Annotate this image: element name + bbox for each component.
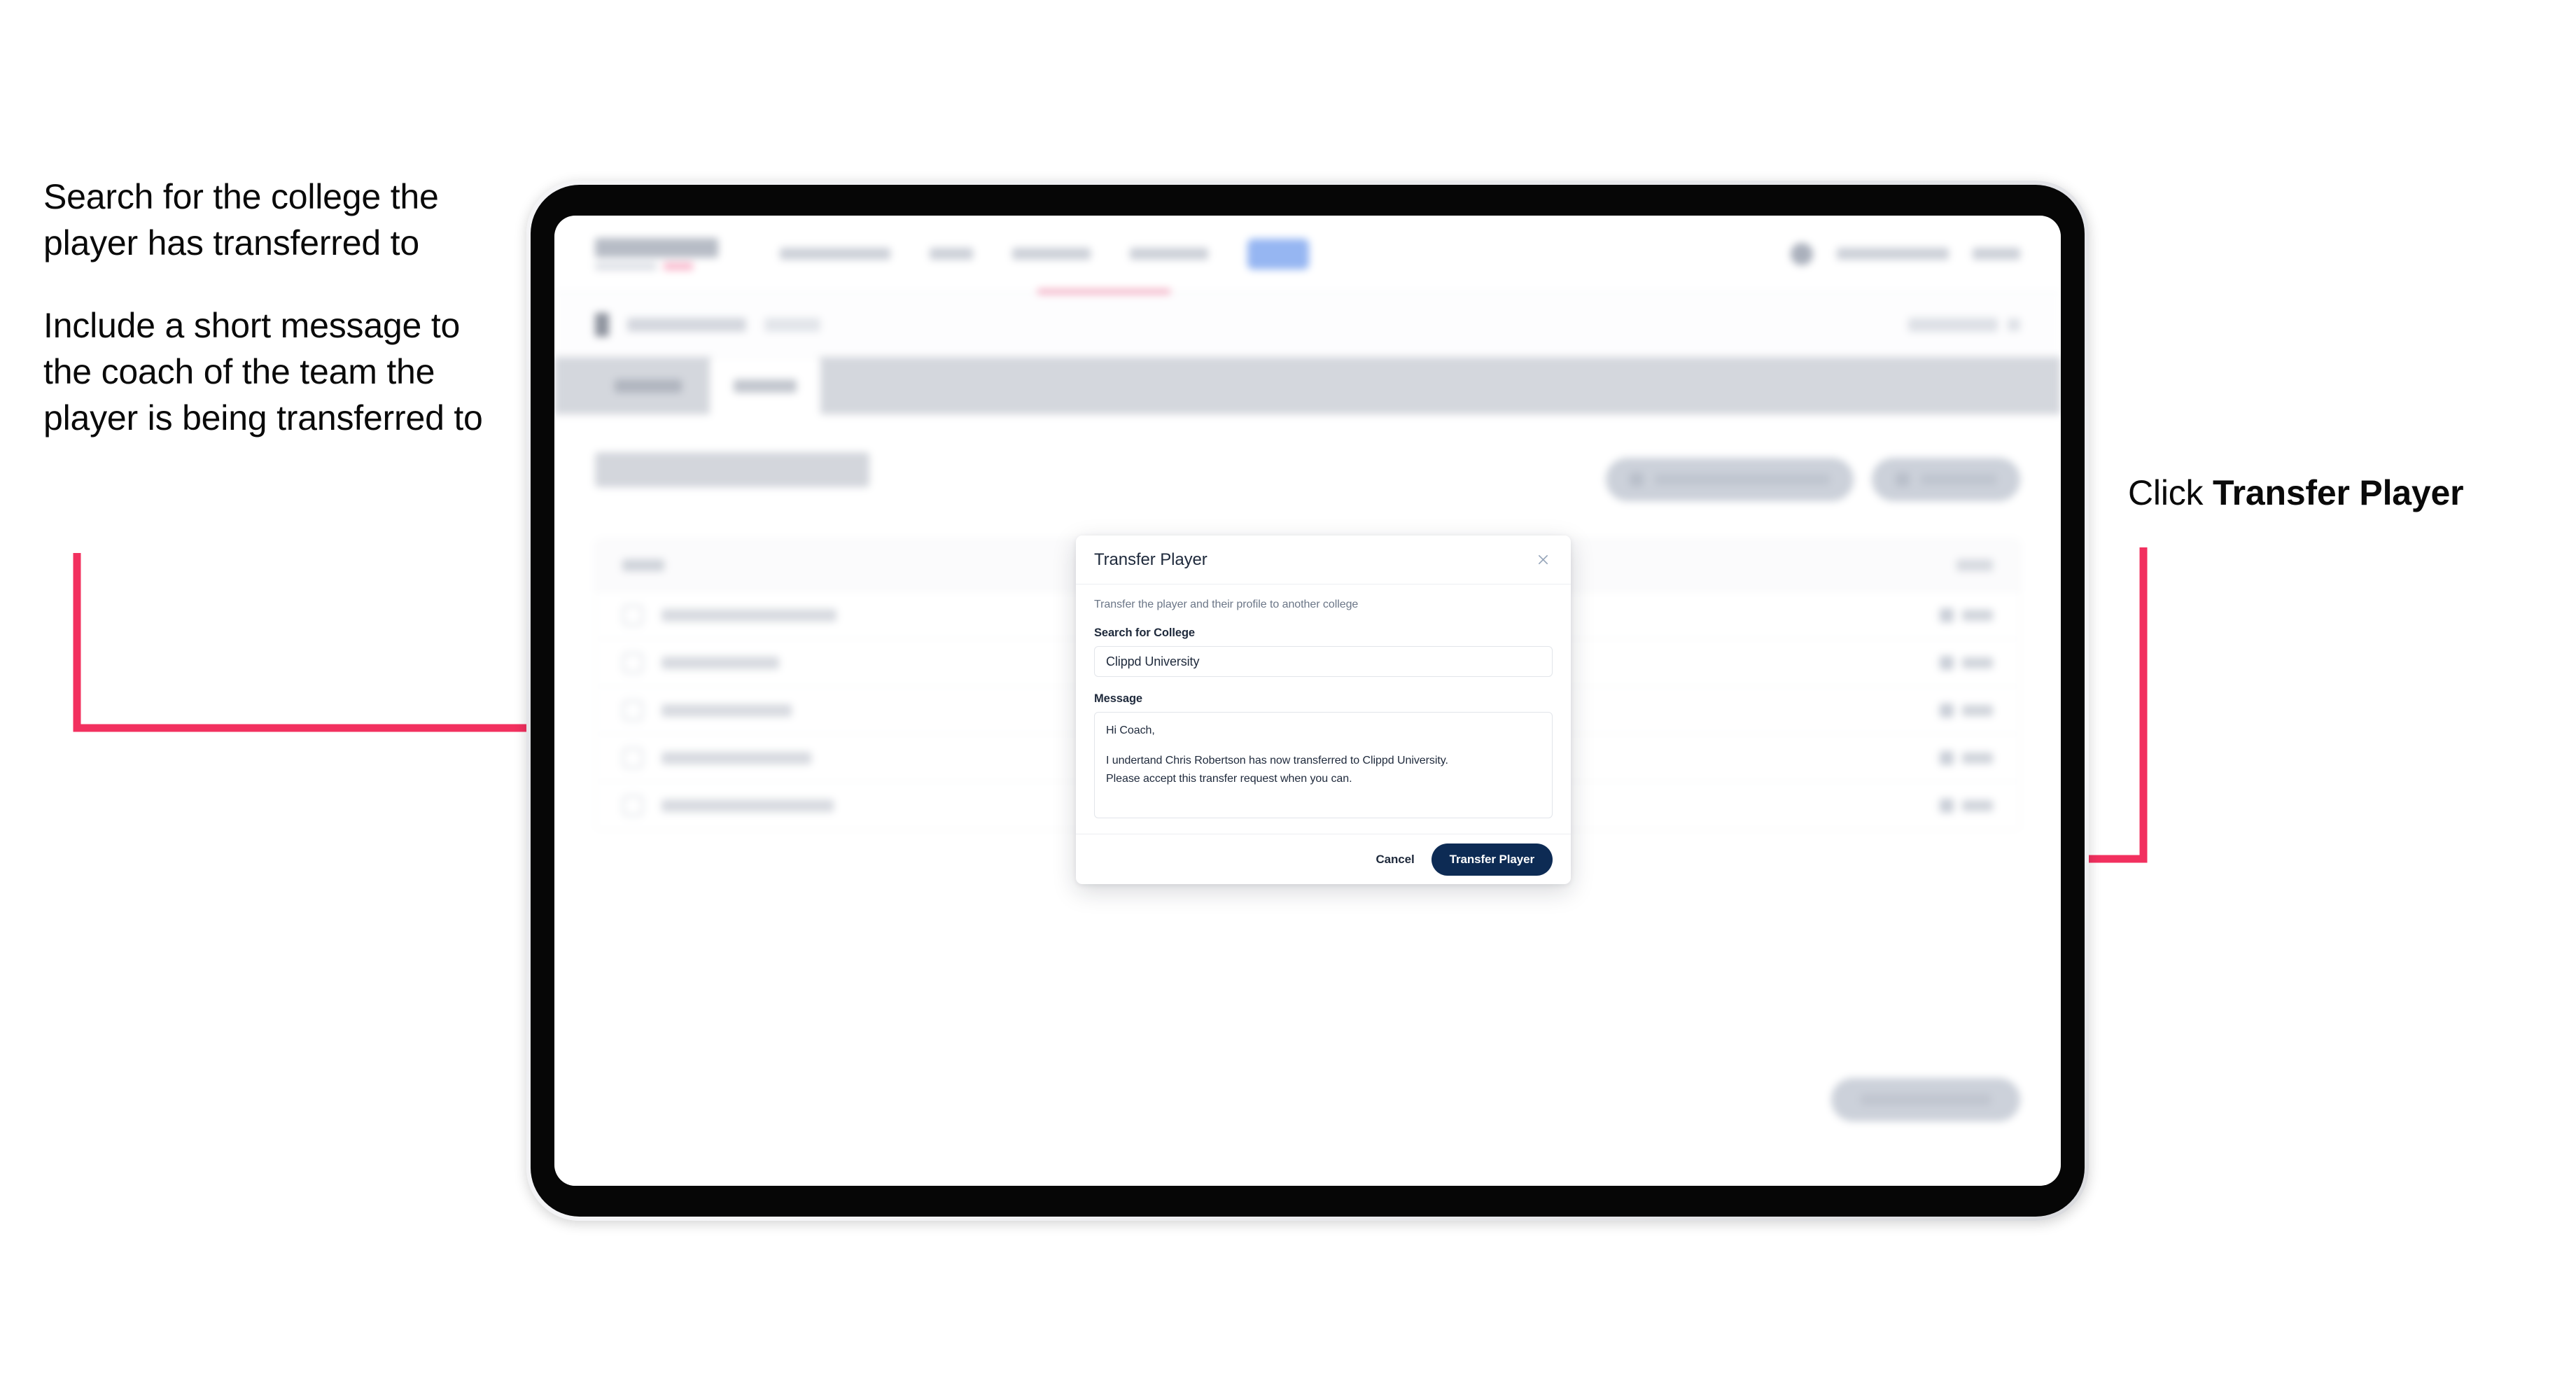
modal-header: Transfer Player xyxy=(1076,536,1571,584)
cancel-button[interactable]: Cancel xyxy=(1376,853,1414,867)
message-line-3: Please accept this transfer request when… xyxy=(1106,772,1352,785)
modal-description: Transfer the player and their profile to… xyxy=(1094,598,1359,610)
modal-body: Transfer the player and their profile to… xyxy=(1076,584,1571,834)
tablet-bezel: Transfer Player Transfer the player and … xyxy=(531,185,2085,1217)
message-field-label: Message xyxy=(1094,692,1143,705)
message-line-1: Hi Coach, xyxy=(1106,724,1155,736)
close-icon[interactable] xyxy=(1532,549,1554,571)
tablet-device: Transfer Player Transfer the player and … xyxy=(526,181,2089,1221)
search-college-input[interactable]: Clippd University xyxy=(1094,646,1553,677)
tablet-screen: Transfer Player Transfer the player and … xyxy=(554,216,2061,1186)
annotation-right-prefix: Click xyxy=(2128,473,2213,512)
field-spacer xyxy=(1094,677,1553,692)
annotation-right: Click Transfer Player xyxy=(2128,470,2464,516)
annotation-left: Search for the college the player has tr… xyxy=(43,174,491,441)
annotation-left-line-2: Include a short message to the coach of … xyxy=(43,306,483,438)
modal-footer: Cancel Transfer Player xyxy=(1076,834,1571,884)
message-textarea[interactable]: Hi Coach, I undertand Chris Robertson ha… xyxy=(1094,712,1553,818)
annotation-right-emphasis: Transfer Player xyxy=(2213,473,2464,512)
modal-title: Transfer Player xyxy=(1094,550,1208,569)
transfer-player-modal: Transfer Player Transfer the player and … xyxy=(1076,536,1571,884)
message-line-2: I undertand Chris Robertson has now tran… xyxy=(1106,755,1448,767)
annotation-left-line-1: Search for the college the player has tr… xyxy=(43,177,439,262)
modal-layer: Transfer Player Transfer the player and … xyxy=(554,216,2061,1186)
transfer-player-button[interactable]: Transfer Player xyxy=(1431,843,1553,876)
screenshot-stage: Search for the college the player has tr… xyxy=(0,0,2576,1386)
college-field-label: Search for College xyxy=(1094,626,1195,639)
